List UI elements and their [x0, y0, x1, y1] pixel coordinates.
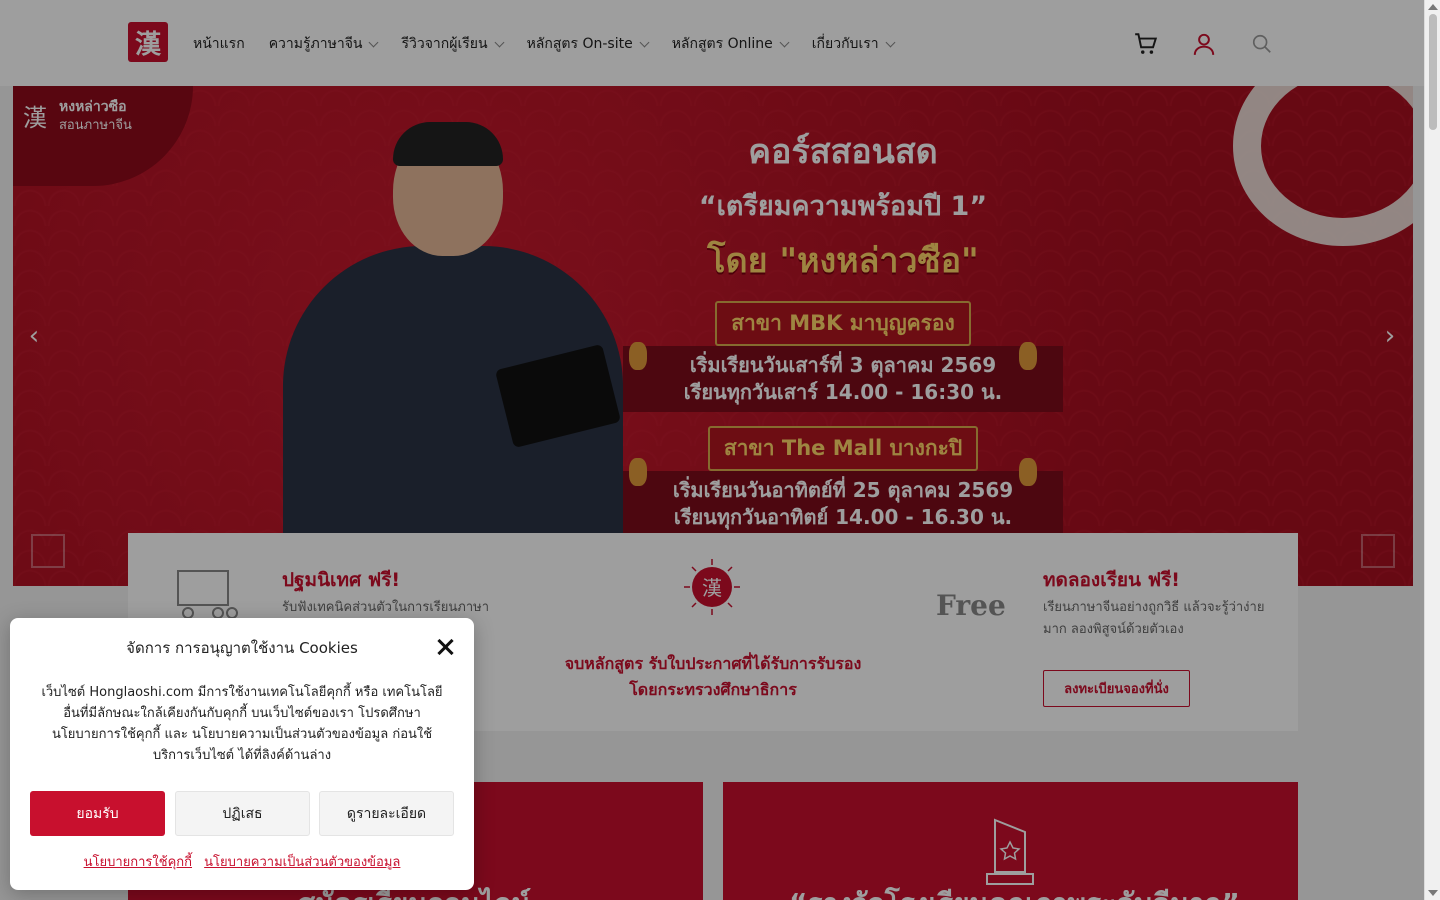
page-scrollbar[interactable]: [1424, 0, 1440, 900]
scroll-up-icon[interactable]: [1428, 4, 1438, 10]
cookie-consent-dialog: จัดการ การอนุญาตใช้งาน Cookies เว็บไซต์ …: [10, 618, 474, 890]
cookie-policy-link[interactable]: นโยบายการใช้คุกกี้: [84, 855, 192, 870]
cookie-title: จัดการ การอนุญาตใช้งาน Cookies: [126, 639, 358, 657]
privacy-policy-link[interactable]: นโยบายความเป็นส่วนตัวของข้อมูล: [204, 855, 400, 870]
scroll-thumb[interactable]: [1429, 14, 1437, 130]
accept-button[interactable]: ยอมรับ: [30, 791, 165, 836]
close-icon[interactable]: [436, 638, 454, 656]
details-button[interactable]: ดูรายละเอียด: [319, 791, 454, 836]
cookie-message: เว็บไซต์ Honglaoshi.com มีการใช้งานเทคโน…: [41, 685, 443, 763]
deny-button[interactable]: ปฏิเสธ: [175, 791, 310, 836]
scroll-down-icon[interactable]: [1428, 890, 1438, 896]
cookie-policy-links: นโยบายการใช้คุกกี้ นโยบายความเป็นส่วนตัว…: [10, 851, 474, 872]
